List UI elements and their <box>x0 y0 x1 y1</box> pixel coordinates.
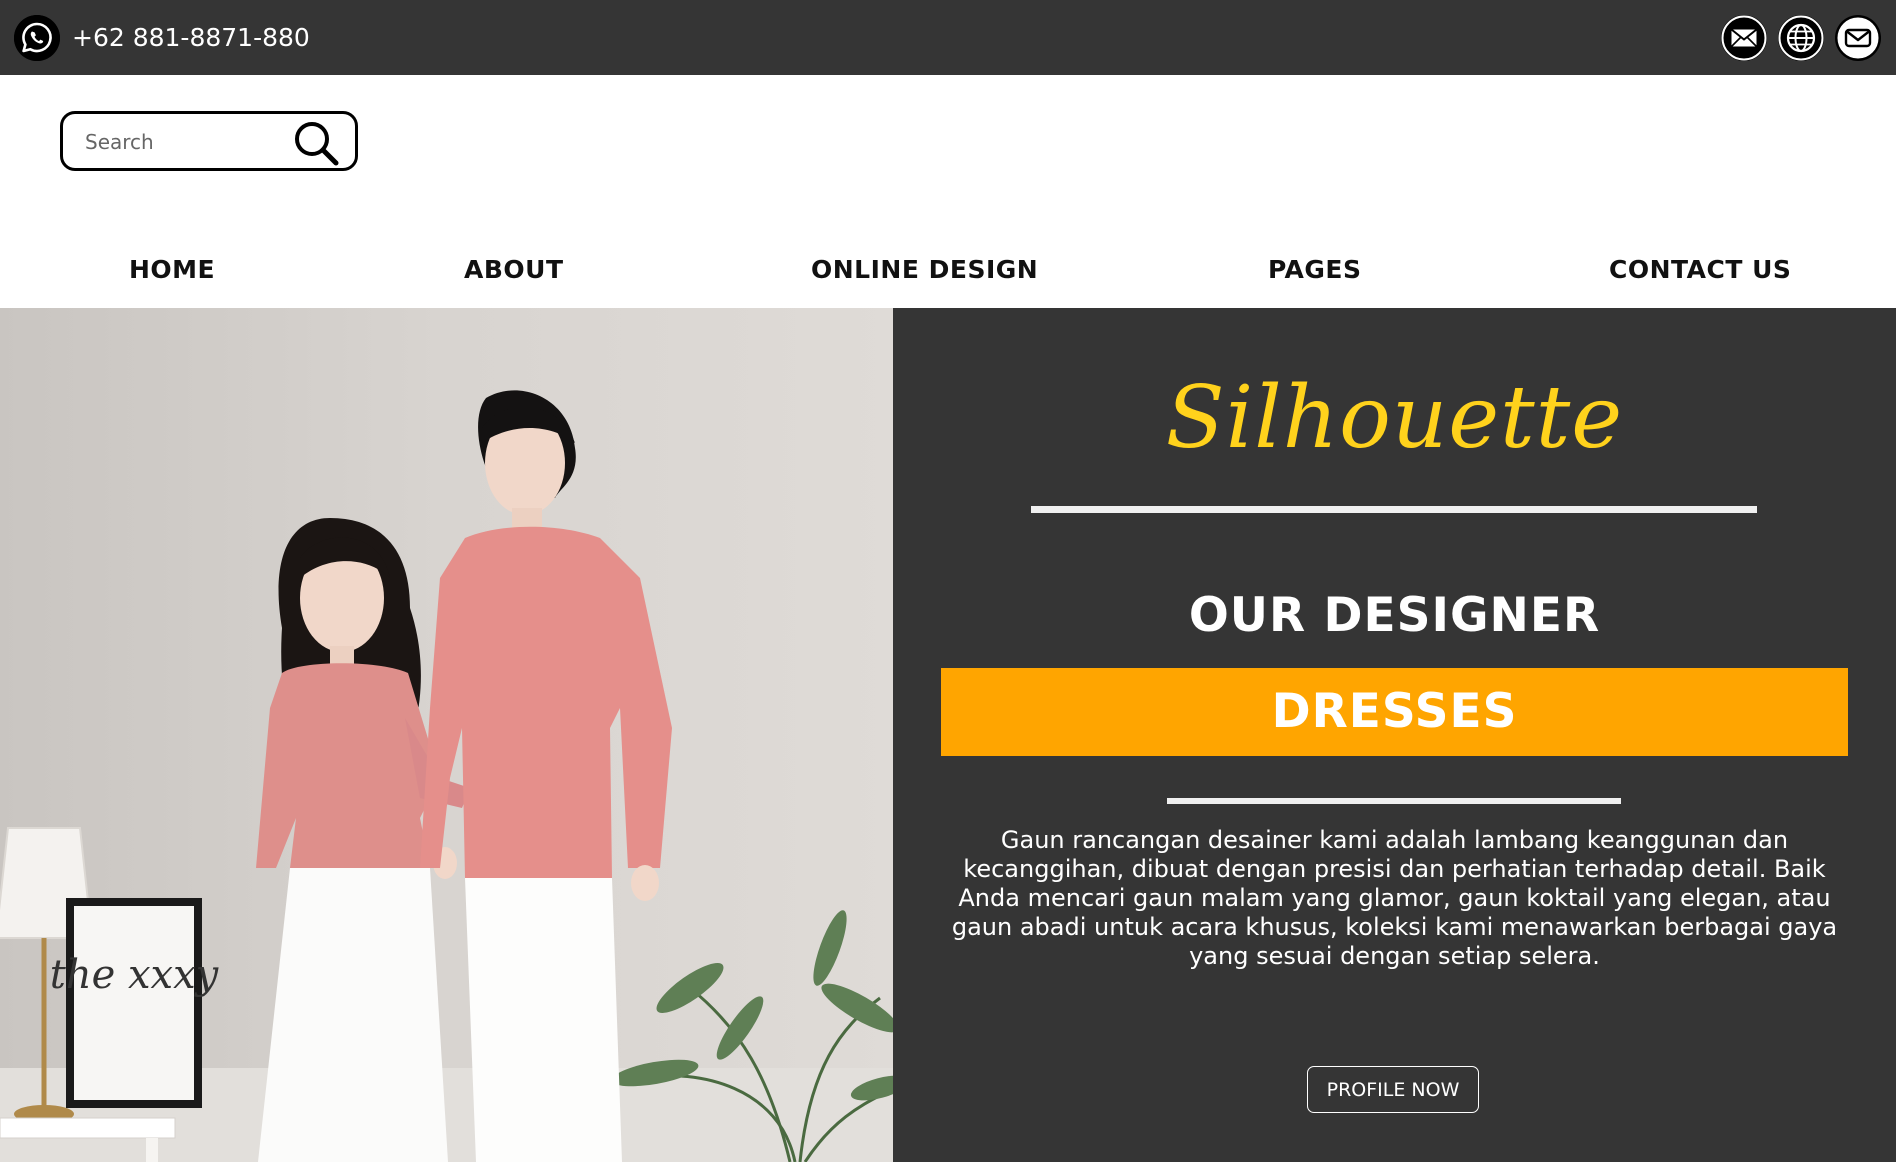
divider-bottom <box>1167 798 1621 804</box>
hero-section: the xxxy Silhouette OUR DESIGNER DRESSES… <box>0 308 1896 1162</box>
profile-now-button[interactable]: PROFILE NOW <box>1307 1066 1479 1113</box>
top-bar: +62 881-8871-880 <box>0 0 1896 75</box>
nav-item-contact-us[interactable]: CONTACT US <box>1609 254 1791 286</box>
hero-heading: OUR DESIGNER <box>1188 588 1601 643</box>
nav-item-home[interactable]: HOME <box>129 254 215 286</box>
search-input[interactable] <box>85 128 285 156</box>
hero-photo: the xxxy <box>0 308 893 1162</box>
nav-item-pages[interactable]: PAGES <box>1268 254 1361 286</box>
hero-description: Gaun rancangan desainer kami adalah lamb… <box>951 826 1838 970</box>
globe-icon[interactable] <box>1778 15 1824 61</box>
dresses-banner-text: DRESSES <box>1271 684 1518 739</box>
nav-item-online-design[interactable]: ONLINE DESIGN <box>811 254 1038 286</box>
whatsapp-icon[interactable] <box>14 15 60 61</box>
divider-top <box>1031 506 1757 513</box>
search-icon[interactable] <box>291 118 341 168</box>
email-outline-icon[interactable] <box>1835 15 1881 61</box>
brand-logo: Silhouette <box>1165 368 1624 468</box>
photo-frame-text: the xxxy <box>50 952 220 998</box>
search-box[interactable] <box>60 111 358 171</box>
hero-panel: Silhouette OUR DESIGNER DRESSES Gaun ran… <box>893 308 1896 1162</box>
dresses-banner: DRESSES <box>941 668 1848 756</box>
mail-icon[interactable] <box>1721 15 1767 61</box>
nav-item-about[interactable]: ABOUT <box>464 254 564 286</box>
phone-number[interactable]: +62 881-8871-880 <box>72 22 310 54</box>
